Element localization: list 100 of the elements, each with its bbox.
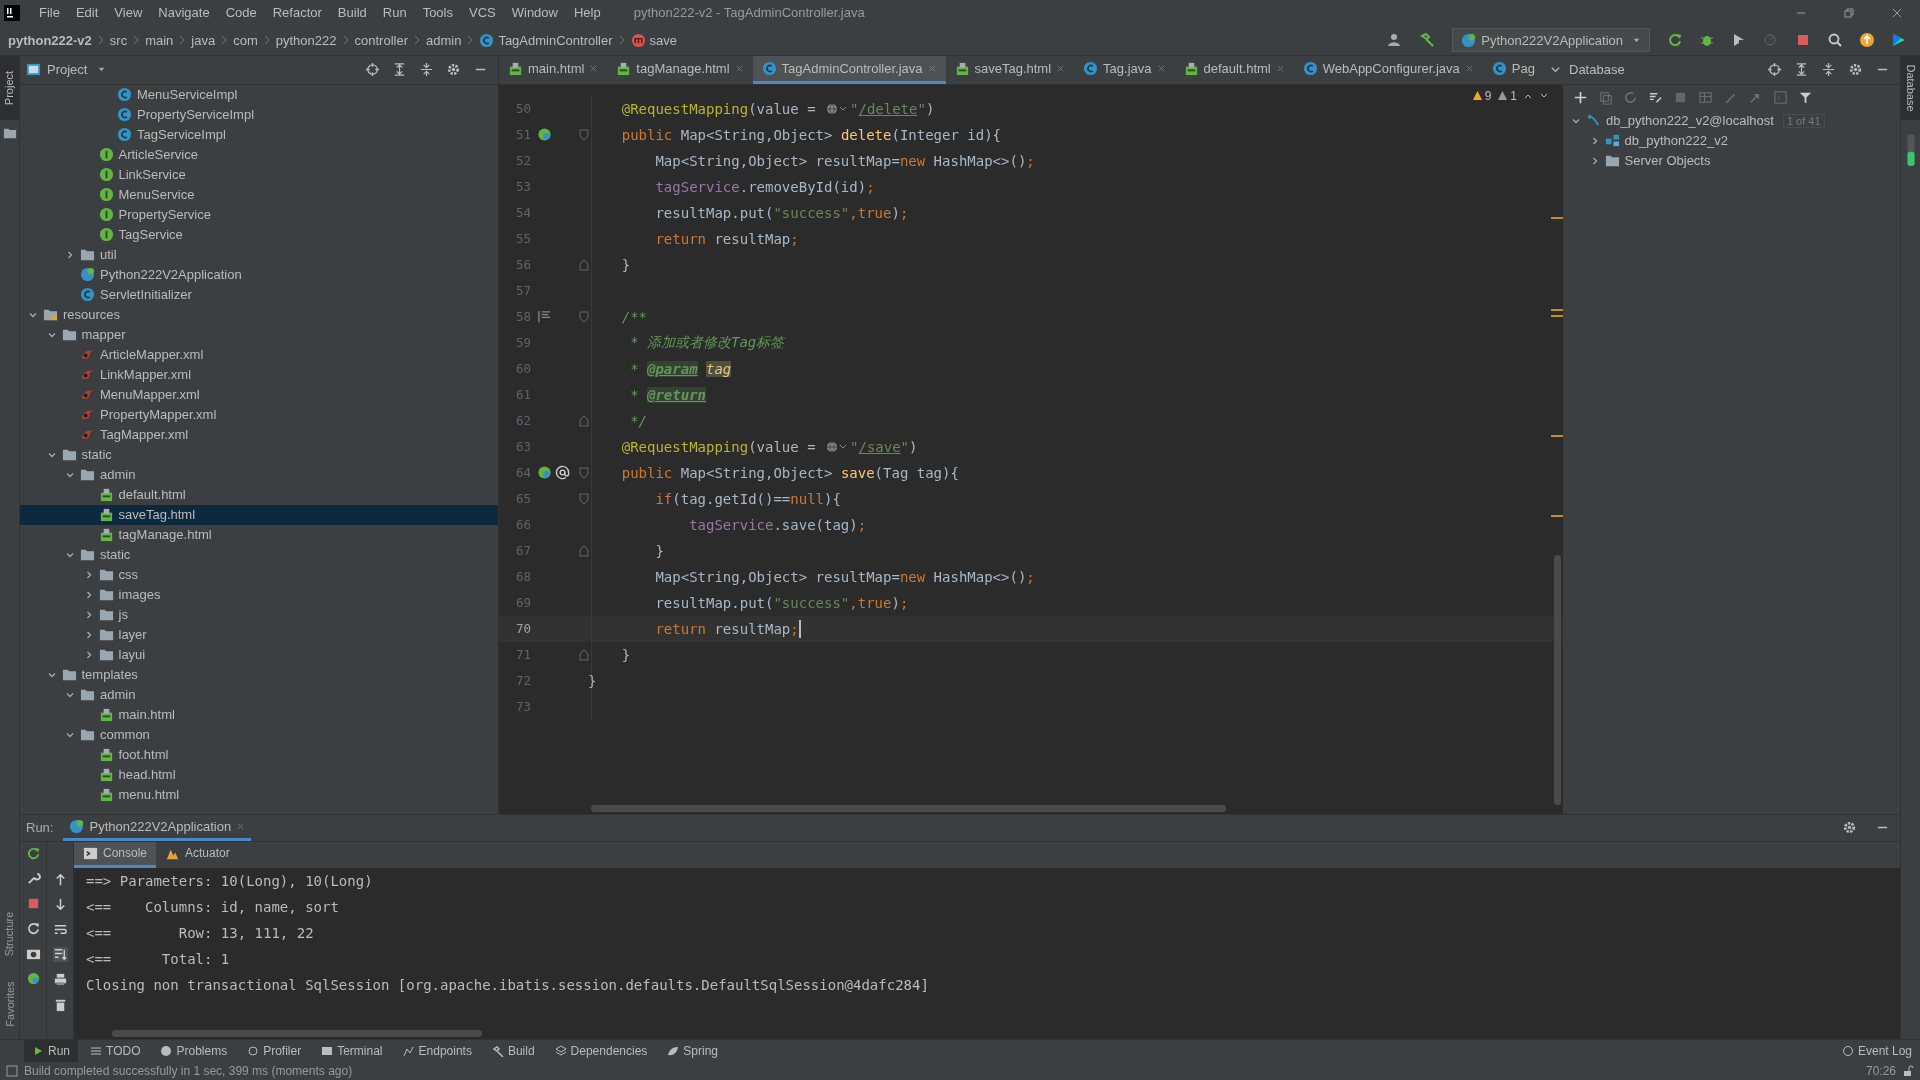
menu-item[interactable]: Run	[375, 5, 414, 21]
restore-icon[interactable]	[1843, 7, 1855, 19]
close-icon[interactable]	[1056, 63, 1066, 73]
weak-warning-count[interactable]: 1	[1497, 88, 1517, 103]
tree-item[interactable]: saveTag.html	[20, 504, 498, 525]
collapse-all-icon[interactable]	[419, 62, 434, 78]
tree-item[interactable]: MenuServiceImpl	[20, 84, 498, 105]
close-icon[interactable]	[1156, 63, 1166, 73]
tree-item[interactable]: static	[20, 444, 498, 465]
rendered-doc-icon[interactable]	[537, 309, 552, 325]
wrench-icon[interactable]	[25, 870, 41, 886]
spring-bean-icon[interactable]	[25, 970, 41, 986]
tree-item[interactable]: PropertyServiceImpl	[20, 104, 498, 125]
update-icon[interactable]	[1859, 32, 1875, 49]
tool-window-tab[interactable]: Terminal	[313, 1040, 391, 1062]
run-configuration-dropdown[interactable]: Python222V2Application	[1452, 28, 1650, 53]
menu-item[interactable]: Edit	[68, 5, 106, 21]
tree-item[interactable]: ServletInitializer	[20, 284, 498, 305]
fold-marker-icon[interactable]	[579, 544, 589, 557]
tree-item[interactable]: ArticleService	[20, 144, 498, 165]
breadcrumb-item[interactable]: java	[191, 32, 216, 48]
tool-window-tab[interactable]: Problems	[152, 1040, 236, 1062]
hammer-icon[interactable]	[1419, 32, 1436, 49]
tool-window-tab[interactable]: Build	[483, 1040, 543, 1062]
tree-item[interactable]: head.html	[20, 764, 498, 785]
close-icon[interactable]	[1464, 63, 1474, 73]
tree-item[interactable]: MenuMapper.xml	[20, 384, 498, 405]
menu-item[interactable]: Build	[330, 5, 374, 21]
tree-item[interactable]: layui	[20, 644, 498, 665]
fold-marker-icon[interactable]	[579, 128, 589, 141]
panel-toggle-icon[interactable]	[6, 1065, 18, 1077]
tree-item[interactable]: PropertyService	[20, 204, 498, 225]
breadcrumb-item[interactable]: admin	[425, 32, 462, 48]
tree-item[interactable]: menu.html	[20, 784, 498, 805]
globe-icon[interactable]	[826, 439, 848, 454]
tree-item[interactable]: mapper	[20, 324, 498, 345]
tree-item[interactable]: MenuService	[20, 184, 498, 205]
close-icon[interactable]	[236, 821, 246, 831]
scrollbar-thumb[interactable]	[112, 1030, 482, 1038]
tree-item[interactable]: LinkService	[20, 164, 498, 185]
event-log-button[interactable]: Event Log	[1833, 1040, 1920, 1062]
table-icon[interactable]	[1698, 90, 1713, 106]
close-icon[interactable]	[1891, 7, 1903, 19]
tree-item[interactable]: common	[20, 724, 498, 745]
menu-item[interactable]: VCS	[462, 5, 503, 21]
fold-marker-icon[interactable]	[579, 492, 589, 505]
close-icon[interactable]	[589, 63, 599, 73]
warning-count[interactable]: 9	[1471, 88, 1492, 103]
settings-icon[interactable]	[1848, 62, 1863, 78]
menu-item[interactable]: Tools	[415, 5, 460, 21]
tree-item[interactable]: Python222V2Application	[20, 264, 498, 285]
breadcrumb-item[interactable]: controller	[354, 32, 408, 48]
print-icon[interactable]	[52, 971, 68, 987]
menu-item[interactable]: Navigate	[151, 5, 217, 21]
spring-bean-icon[interactable]	[537, 127, 552, 143]
scrollbar-thumb[interactable]	[1554, 554, 1561, 805]
tree-item[interactable]: TagService	[20, 224, 498, 245]
spring-bean-icon[interactable]	[537, 465, 552, 481]
breadcrumb-item[interactable]: save	[630, 32, 678, 48]
toolbox-logo-icon[interactable]	[1891, 32, 1907, 49]
editor-tab[interactable]: WebAppConfigurer.java	[1293, 55, 1483, 84]
lock-icon[interactable]	[1902, 1065, 1914, 1077]
tree-item[interactable]: main.html	[20, 704, 498, 725]
editor-tab[interactable]: saveTag.html	[945, 55, 1075, 84]
menu-item[interactable]: Refactor	[265, 5, 329, 21]
tree-item[interactable]: ArticleMapper.xml	[20, 344, 498, 365]
rerun-icon[interactable]	[1667, 32, 1683, 49]
tool-window-tab[interactable]: TODO	[82, 1040, 149, 1062]
expand-all-icon[interactable]	[392, 62, 407, 78]
editor-tab[interactable]: main.html	[499, 55, 608, 84]
tool-window-tab[interactable]: Endpoints	[394, 1040, 480, 1062]
scrollbar-thumb[interactable]	[591, 804, 1226, 812]
tree-item[interactable]: admin	[20, 464, 498, 485]
menu-item[interactable]: View	[107, 5, 150, 21]
side-tool-tab[interactable]: Favorites	[0, 969, 20, 1040]
breadcrumb-item[interactable]: TagAdminController	[479, 32, 613, 48]
tool-window-tab[interactable]: Run	[24, 1040, 78, 1062]
menu-item[interactable]: Code	[218, 5, 264, 21]
tree-item[interactable]: PropertyMapper.xml	[20, 404, 498, 425]
tree-item[interactable]: layer	[20, 624, 498, 645]
globe-icon[interactable]	[826, 101, 848, 116]
add-icon[interactable]	[1573, 90, 1588, 106]
tree-item[interactable]: tagManage.html	[20, 524, 498, 545]
locate-icon[interactable]	[1767, 62, 1782, 78]
fold-marker-icon[interactable]	[579, 258, 589, 271]
scroll-to-end-icon[interactable]	[52, 946, 68, 962]
expand-all-icon[interactable]	[1794, 62, 1809, 78]
tool-window-tab[interactable]: Profiler	[239, 1040, 310, 1062]
tree-item[interactable]: css	[20, 564, 498, 585]
tree-item[interactable]: foot.html	[20, 744, 498, 765]
locate-icon[interactable]	[365, 62, 380, 78]
editor-tab[interactable]: tagManage.html	[607, 55, 753, 84]
tree-item[interactable]: admin	[20, 684, 498, 705]
side-tool-tab[interactable]: Structure	[0, 899, 20, 970]
copy-icon[interactable]	[1598, 90, 1613, 106]
collapse-all-icon[interactable]	[1821, 62, 1836, 78]
database-tool-tab[interactable]: Database	[1900, 55, 1920, 120]
tree-item[interactable]: default.html	[20, 484, 498, 505]
settings-icon[interactable]	[1842, 820, 1857, 836]
tree-item[interactable]: LinkMapper.xml	[20, 364, 498, 385]
